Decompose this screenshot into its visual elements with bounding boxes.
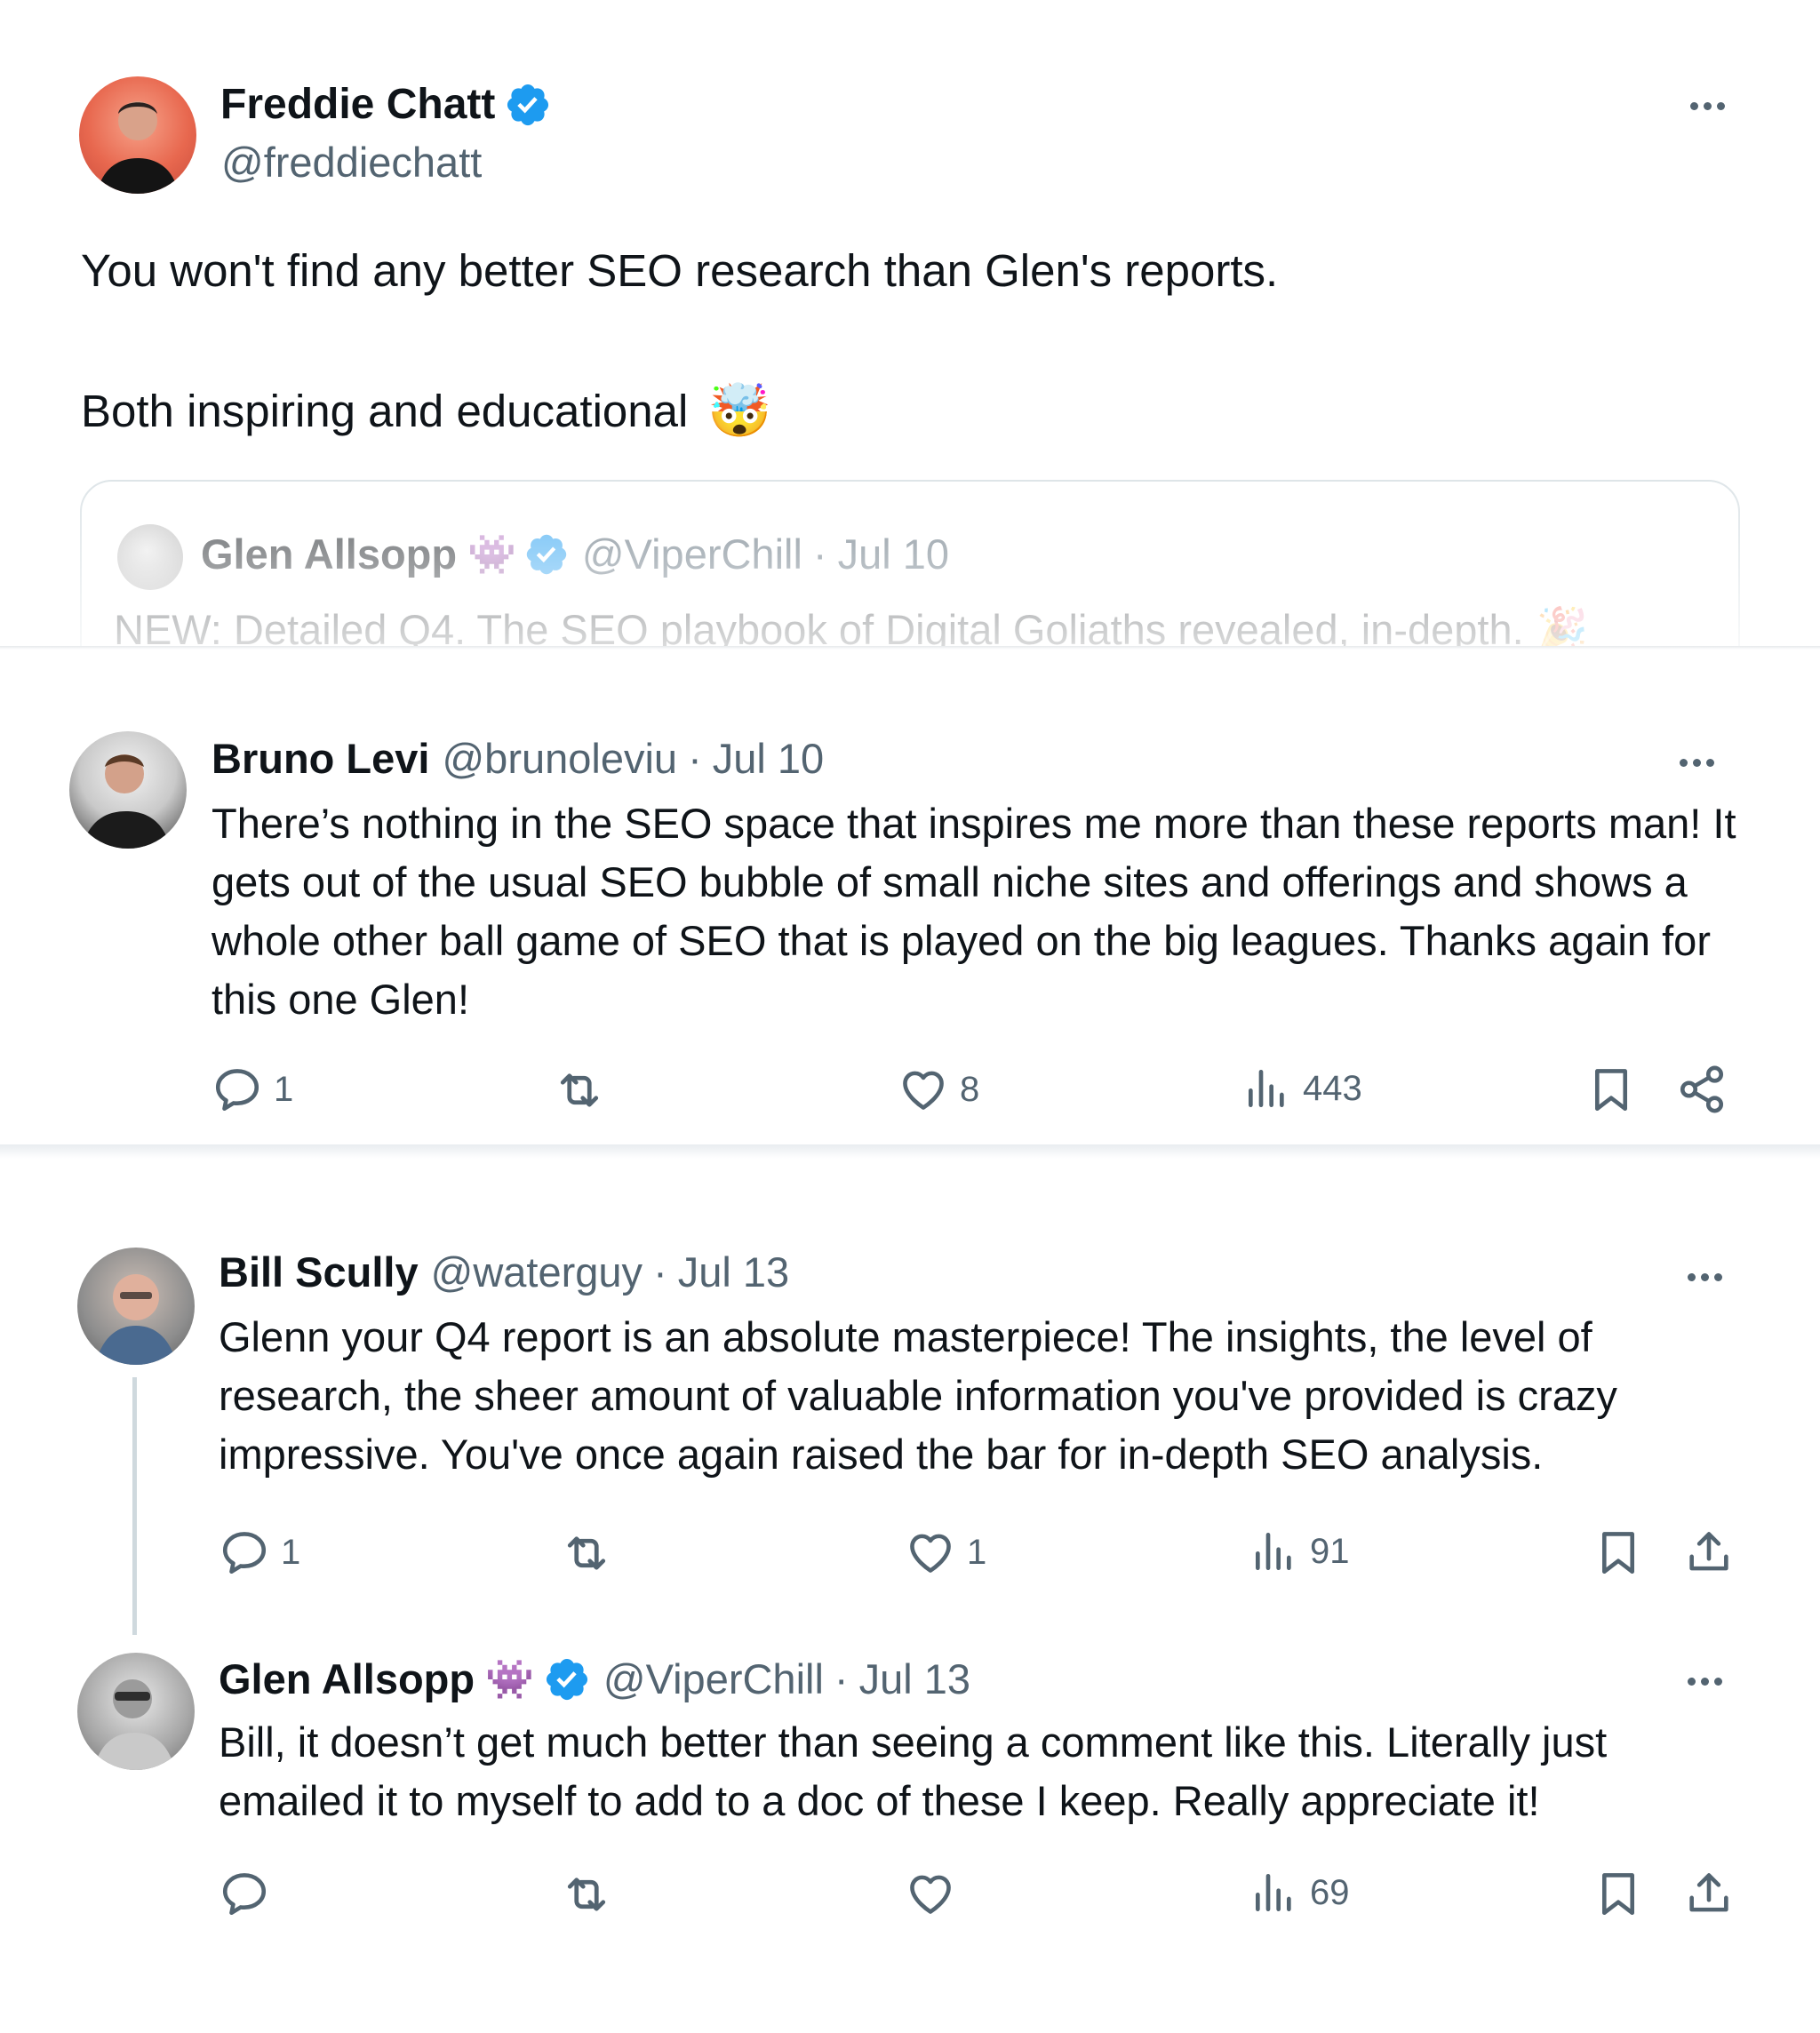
separator-dot: · [653,1248,667,1296]
avatar[interactable] [79,76,196,194]
reply-tweet[interactable]: Bruno Levi @brunoleviu · Jul 10 There’s … [0,650,1820,1144]
separator-dot: · [812,530,827,578]
like-icon [905,1527,956,1578]
reply-button[interactable]: 1 [212,1064,293,1115]
alien-monster-emoji: 👾 [485,1657,534,1702]
thread-connector-line [132,1377,137,1635]
quoted-text: NEW: Detailed Q4. The SEO playbook of Di… [114,605,1524,647]
tweet-text-line2: Both inspiring and educational [81,386,689,436]
alien-monster-emoji: 👾 [467,532,516,577]
avatar-person-icon [93,1679,175,1770]
author-name[interactable]: Bill Scully [219,1248,419,1296]
tweet-text: Glenn your Q4 report is an absolute mast… [219,1313,1617,1478]
more-icon[interactable] [1680,759,1714,767]
views-icon [1249,1868,1299,1917]
retweet-icon [553,1064,606,1117]
tweet-text: There’s nothing in the SEO space that in… [212,800,1736,1023]
views-icon [1249,1527,1299,1576]
like-icon [898,1064,949,1115]
reply-count: 1 [281,1532,301,1572]
bookmark-button[interactable] [1592,1868,1644,1919]
avatar[interactable] [77,1248,195,1365]
main-tweet-card[interactable]: Freddie Chatt @freddiechatt You won't fi… [0,0,1820,646]
reply-button[interactable]: 1 [219,1527,300,1578]
retweet-button[interactable] [553,1064,606,1117]
author-handle[interactable]: @brunoleviu [442,734,677,783]
reply-tweet[interactable]: Bill Scully @waterguy · Jul 13 Glenn you… [0,1159,1820,1631]
more-icon[interactable] [1688,1273,1722,1281]
author-name[interactable]: Glen Allsopp [219,1654,475,1703]
like-icon [905,1868,956,1919]
section-divider [0,1144,1820,1159]
avatar[interactable] [69,731,187,849]
share-icon [1676,1064,1728,1115]
reply-tweet[interactable]: Glen Allsopp 👾 @ViperChill · Jul 13 Bill… [0,1631,1820,2033]
quoted-handle[interactable]: @ViperChill [582,530,802,578]
more-icon[interactable] [1690,102,1725,110]
quoted-date[interactable]: Jul 10 [838,530,949,578]
upload-icon [1683,1527,1735,1578]
like-count: 8 [960,1069,980,1109]
share-button[interactable] [1676,1064,1728,1115]
retweet-icon [560,1868,613,1921]
tweet-date[interactable]: Jul 10 [713,734,824,783]
like-button[interactable]: 1 [905,1527,986,1578]
bookmark-button[interactable] [1592,1527,1644,1578]
reply-icon [212,1064,263,1115]
retweet-button[interactable] [560,1868,613,1921]
author-handle[interactable]: @freddiechatt [221,138,482,187]
bookmark-icon [1592,1868,1644,1919]
verified-icon [504,81,552,129]
upload-icon [1683,1868,1735,1919]
reply-icon [219,1868,270,1919]
party-popper-emoji: 🎉 [1536,605,1589,646]
bookmark-icon [1592,1527,1644,1578]
quoted-author-name[interactable]: Glen Allsopp [201,530,457,578]
quoted-tweet[interactable]: Glen Allsopp 👾 @ViperChill · Jul 10 NEW:… [80,480,1740,646]
avatar-person-icon [97,101,179,194]
bookmark-icon [1585,1064,1637,1115]
author-name[interactable]: Bruno Levi [212,734,429,783]
views-count: 443 [1303,1068,1362,1108]
views-icon [1242,1064,1292,1113]
like-button[interactable] [905,1868,967,1919]
separator-dot: · [834,1655,849,1702]
more-icon[interactable] [1688,1678,1722,1686]
share-button[interactable] [1683,1868,1735,1919]
author-name[interactable]: Freddie Chatt [220,80,495,129]
separator-dot: · [688,735,702,782]
author-handle[interactable]: @ViperChill [603,1654,824,1703]
views-button[interactable]: 91 [1249,1527,1350,1576]
tweet-date[interactable]: Jul 13 [678,1248,789,1296]
reply-button[interactable] [219,1868,281,1919]
retweet-icon [560,1527,613,1580]
avatar-person-icon [82,754,171,849]
verified-icon [543,1655,591,1703]
views-count: 69 [1310,1872,1350,1912]
author-handle[interactable]: @waterguy [431,1248,643,1296]
reply-icon [219,1527,270,1578]
views-button[interactable]: 69 [1249,1868,1350,1917]
retweet-button[interactable] [560,1527,613,1580]
views-button[interactable]: 443 [1242,1064,1362,1113]
like-button[interactable]: 8 [898,1064,979,1115]
tweet-text: Bill, it doesn’t get much better than se… [219,1718,1608,1824]
quoted-avatar[interactable] [117,524,183,590]
like-count: 1 [967,1532,987,1572]
bookmark-button[interactable] [1585,1064,1637,1115]
reply-count: 1 [274,1069,294,1109]
avatar[interactable] [77,1653,195,1770]
avatar-person-icon [95,1274,177,1365]
views-count: 91 [1310,1531,1350,1571]
verified-icon [523,531,570,578]
tweet-text-line1: You won't find any better SEO research t… [81,245,1279,296]
tweet-date[interactable]: Jul 13 [859,1654,970,1703]
share-button[interactable] [1683,1527,1735,1578]
exploding-head-emoji: 🤯 [707,382,772,440]
